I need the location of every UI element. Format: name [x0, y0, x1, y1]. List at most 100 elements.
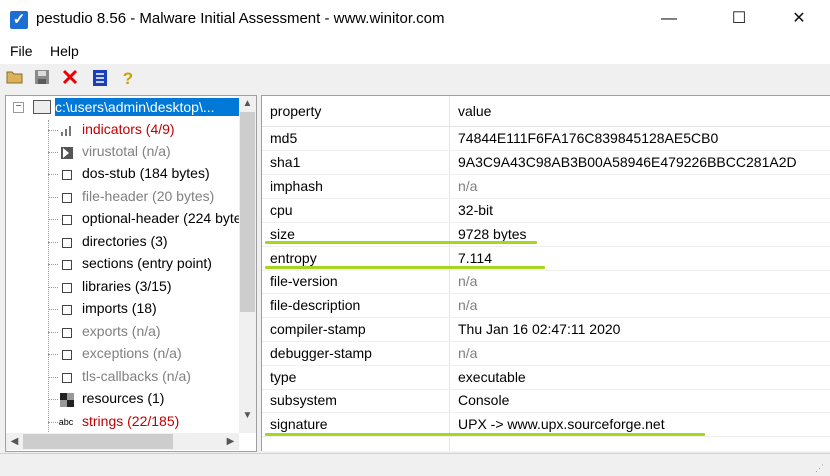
property-cell: imphash [270, 178, 323, 194]
tree-item-dos-stub[interactable]: dos-stub (184 bytes) [48, 163, 248, 185]
property-cell: cpu [270, 202, 293, 218]
value-cell: Console [458, 392, 510, 408]
tree-root-label[interactable]: c:\users\admin\desktop\... [55, 98, 243, 116]
tree-item-exceptions[interactable]: exceptions (n/a) [48, 343, 248, 365]
tree-item-directories[interactable]: directories (3) [48, 231, 248, 253]
table-row[interactable]: imphash n/a [262, 175, 830, 199]
box-icon [62, 170, 72, 180]
minimize-button[interactable]: — [646, 0, 692, 38]
tree-item-strings[interactable]: abc strings (22/185) [48, 411, 248, 433]
table-row[interactable]: file-description n/a [262, 294, 830, 318]
properties-pane: property value md5 74844E111F6FA176C8398… [261, 95, 830, 451]
value-cell: 7.114 [458, 250, 492, 266]
value-cell: Thu Jan 16 02:47:11 2020 [458, 321, 621, 337]
file-icon [33, 100, 51, 114]
tree-item-indicators[interactable]: indicators (4/9) [48, 119, 248, 141]
scroll-thumb[interactable] [23, 434, 173, 449]
toolbar: ? [0, 64, 830, 92]
close-button[interactable]: ✕ [776, 0, 822, 38]
value-cell: 9A3C9A43C98AB3B00A58946E479226BBCC281A2D [458, 154, 797, 170]
tree-item-libraries[interactable]: libraries (3/15) [48, 276, 248, 298]
table-row[interactable]: file-version n/a [262, 270, 830, 294]
tree-item-label: exceptions (n/a) [82, 345, 182, 361]
maximize-button[interactable]: ☐ [716, 0, 762, 38]
column-header-value[interactable]: value [458, 103, 491, 119]
tree-horizontal-scrollbar[interactable]: ◀ ▶ [6, 433, 239, 450]
value-cell: UPX -> www.upx.sourceforge.net [458, 416, 665, 432]
tree-item-label: file-header (20 bytes) [82, 188, 215, 204]
tree-item-label: sections (entry point) [82, 255, 212, 271]
column-header-property[interactable]: property [270, 103, 321, 119]
list-icon[interactable] [90, 69, 110, 89]
box-icon [62, 328, 72, 338]
value-cell: 9728 bytes [458, 226, 527, 242]
menu-help[interactable]: Help [50, 43, 79, 59]
box-icon [62, 283, 72, 293]
value-cell: 32-bit [458, 202, 494, 218]
table-row[interactable]: compiler-stamp Thu Jan 16 02:47:11 2020 [262, 318, 830, 342]
tree-item-exports[interactable]: exports (n/a) [48, 321, 248, 343]
value-cell: 74844E111F6FA176C839845128AE5CB0 [458, 130, 719, 146]
list-header: property value [262, 96, 830, 127]
property-cell: compiler-stamp [270, 321, 366, 337]
box-icon [62, 350, 72, 360]
box-icon [62, 215, 72, 225]
box-icon [62, 238, 72, 248]
property-cell: signature [270, 416, 328, 432]
collapse-icon[interactable]: − [13, 102, 24, 113]
help-icon[interactable]: ? [118, 69, 138, 89]
status-bar: ⋰ [0, 453, 830, 476]
scroll-left-icon[interactable]: ◀ [6, 433, 23, 450]
open-folder-icon[interactable] [5, 69, 25, 89]
tree-pane: − c:\users\admin\desktop\... indicators … [5, 95, 257, 452]
menu-bar: File Help [0, 38, 830, 64]
tree-item-resources[interactable]: resources (1) [48, 388, 248, 410]
scroll-up-icon[interactable]: ▲ [239, 96, 256, 112]
property-cell: file-version [270, 273, 338, 289]
table-row[interactable]: type executable [262, 366, 830, 390]
tree-item-label: virustotal (n/a) [82, 143, 171, 159]
resize-grip-icon[interactable]: ⋰ [815, 462, 827, 474]
tree-vertical-scrollbar[interactable]: ▲ ▼ [239, 96, 256, 433]
tree-item-file-header[interactable]: file-header (20 bytes) [48, 186, 248, 208]
resources-icon [60, 393, 74, 407]
property-cell: size [270, 226, 295, 242]
tree-item-tls-callbacks[interactable]: tls-callbacks (n/a) [48, 366, 248, 388]
value-cell: n/a [458, 345, 478, 361]
box-icon [62, 193, 72, 203]
table-row[interactable]: cpu 32-bit [262, 199, 830, 223]
save-icon[interactable] [32, 69, 52, 89]
tree-item-virustotal[interactable]: virustotal (n/a) [48, 141, 248, 163]
property-cell: file-description [270, 297, 361, 313]
scroll-down-icon[interactable]: ▼ [239, 408, 256, 424]
virustotal-icon [60, 146, 73, 159]
highlight-underline-entropy [265, 266, 545, 269]
tree-item-label: resources (1) [82, 390, 165, 406]
tree-item-imports[interactable]: imports (18) [48, 298, 248, 320]
tree-item-optional-header[interactable]: optional-header (224 bytes) [48, 208, 253, 230]
bars-icon [60, 124, 72, 136]
tree-item-label: imports (18) [82, 300, 157, 316]
delete-icon[interactable] [60, 69, 80, 89]
abc-icon: abc [58, 417, 74, 427]
table-row[interactable]: debugger-stamp n/a [262, 342, 830, 366]
tree-item-label: libraries (3/15) [82, 278, 172, 294]
menu-file[interactable]: File [10, 43, 33, 59]
scroll-right-icon[interactable]: ▶ [222, 433, 239, 450]
pestudio-app-icon: ✓ [10, 11, 28, 29]
tree-item-label: exports (n/a) [82, 323, 161, 339]
property-cell: entropy [270, 250, 317, 266]
tree-item-label: indicators (4/9) [82, 121, 175, 137]
highlight-underline-size [265, 241, 537, 244]
box-icon [62, 305, 72, 315]
table-row[interactable]: sha1 9A3C9A43C98AB3B00A58946E479226BBCC2… [262, 151, 830, 175]
tree-item-label: dos-stub (184 bytes) [82, 165, 210, 181]
highlight-underline-signature [265, 433, 705, 436]
tree-item-label: directories (3) [82, 233, 168, 249]
table-row[interactable]: md5 74844E111F6FA176C839845128AE5CB0 [262, 127, 830, 151]
table-row[interactable]: subsystem Console [262, 389, 830, 413]
tree-item-sections[interactable]: sections (entry point) [48, 253, 248, 275]
value-cell: executable [458, 369, 526, 385]
title-bar: ✓ pestudio 8.56 - Malware Initial Assess… [0, 0, 830, 38]
scroll-thumb[interactable] [240, 112, 255, 312]
